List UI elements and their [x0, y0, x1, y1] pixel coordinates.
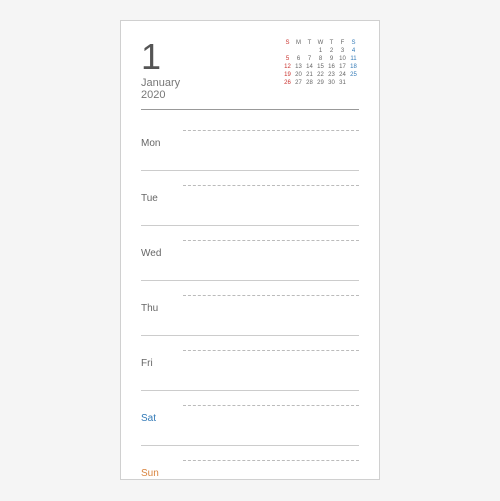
- day-row: Mon: [141, 116, 359, 171]
- mini-cal-cell: 13: [293, 63, 304, 71]
- day-label: Wed: [141, 248, 179, 259]
- mini-cal-header: S: [282, 39, 293, 47]
- day-label: Sun: [141, 468, 179, 479]
- day-row: Tue: [141, 171, 359, 226]
- mini-cal-header: M: [293, 39, 304, 47]
- mini-cal-cell: [304, 47, 315, 55]
- mini-cal-cell: 23: [326, 71, 337, 79]
- writing-line: [183, 350, 359, 351]
- writing-line: [183, 460, 359, 461]
- mini-cal-cell: 6: [293, 55, 304, 63]
- writing-line: [183, 185, 359, 186]
- day-label: Mon: [141, 138, 179, 149]
- mini-cal-cell: 10: [337, 55, 348, 63]
- mini-cal-cell: 16: [326, 63, 337, 71]
- mini-cal-cell: 17: [337, 63, 348, 71]
- mini-cal-cell: [348, 79, 359, 87]
- mini-cal-cell: 26: [282, 79, 293, 87]
- mini-cal-header: T: [326, 39, 337, 47]
- day-label: Fri: [141, 358, 179, 369]
- mini-cal-cell: 18: [348, 63, 359, 71]
- mini-cal-cell: 29: [315, 79, 326, 87]
- mini-cal-cell: 7: [304, 55, 315, 63]
- mini-cal-cell: 3: [337, 47, 348, 55]
- day-label: Sat: [141, 413, 179, 424]
- mini-cal-cell: 30: [326, 79, 337, 87]
- mini-cal-cell: [282, 47, 293, 55]
- mini-cal-cell: 28: [304, 79, 315, 87]
- mini-cal-cell: 5: [282, 55, 293, 63]
- mini-cal-header: S: [348, 39, 359, 47]
- day-row: Sun: [141, 446, 359, 501]
- mini-cal-cell: 25: [348, 71, 359, 79]
- mini-cal-cell: 14: [304, 63, 315, 71]
- mini-cal-cell: 12: [282, 63, 293, 71]
- mini-cal-cell: 22: [315, 71, 326, 79]
- day-label: Thu: [141, 303, 179, 314]
- mini-calendar-table: SMTWTFS 12345678910111213141516171819202…: [282, 39, 359, 87]
- writing-line: [183, 295, 359, 296]
- day-row: Wed: [141, 226, 359, 281]
- mini-cal-header: F: [337, 39, 348, 47]
- mini-cal-cell: 2: [326, 47, 337, 55]
- day-row: Thu: [141, 281, 359, 336]
- mini-cal-cell: 4: [348, 47, 359, 55]
- mini-cal-cell: 8: [315, 55, 326, 63]
- header-divider: [141, 109, 359, 110]
- mini-cal-cell: 19: [282, 71, 293, 79]
- writing-line: [183, 405, 359, 406]
- month-block: 1 January 2020: [141, 39, 180, 101]
- month-year: 2020: [141, 89, 180, 101]
- mini-cal-cell: 15: [315, 63, 326, 71]
- mini-cal-header: W: [315, 39, 326, 47]
- weekly-planner-page: 1 January 2020 SMTWTFS 12345678910111213…: [120, 20, 380, 480]
- month-number: 1: [141, 39, 180, 75]
- month-name: January: [141, 77, 180, 89]
- mini-cal-cell: 9: [326, 55, 337, 63]
- mini-cal-cell: 1: [315, 47, 326, 55]
- day-row: Fri: [141, 336, 359, 391]
- writing-line: [183, 240, 359, 241]
- mini-calendar: SMTWTFS 12345678910111213141516171819202…: [282, 39, 359, 87]
- mini-cal-cell: 27: [293, 79, 304, 87]
- mini-cal-cell: 20: [293, 71, 304, 79]
- mini-cal-cell: 11: [348, 55, 359, 63]
- writing-line: [183, 130, 359, 131]
- mini-cal-cell: 24: [337, 71, 348, 79]
- day-label: Tue: [141, 193, 179, 204]
- mini-cal-cell: 21: [304, 71, 315, 79]
- days-list: Mon Tue Wed Thu Fri Sat Sun: [141, 116, 359, 501]
- mini-cal-cell: 31: [337, 79, 348, 87]
- planner-header: 1 January 2020 SMTWTFS 12345678910111213…: [141, 39, 359, 101]
- mini-cal-header: T: [304, 39, 315, 47]
- day-row: Sat: [141, 391, 359, 446]
- mini-cal-cell: [293, 47, 304, 55]
